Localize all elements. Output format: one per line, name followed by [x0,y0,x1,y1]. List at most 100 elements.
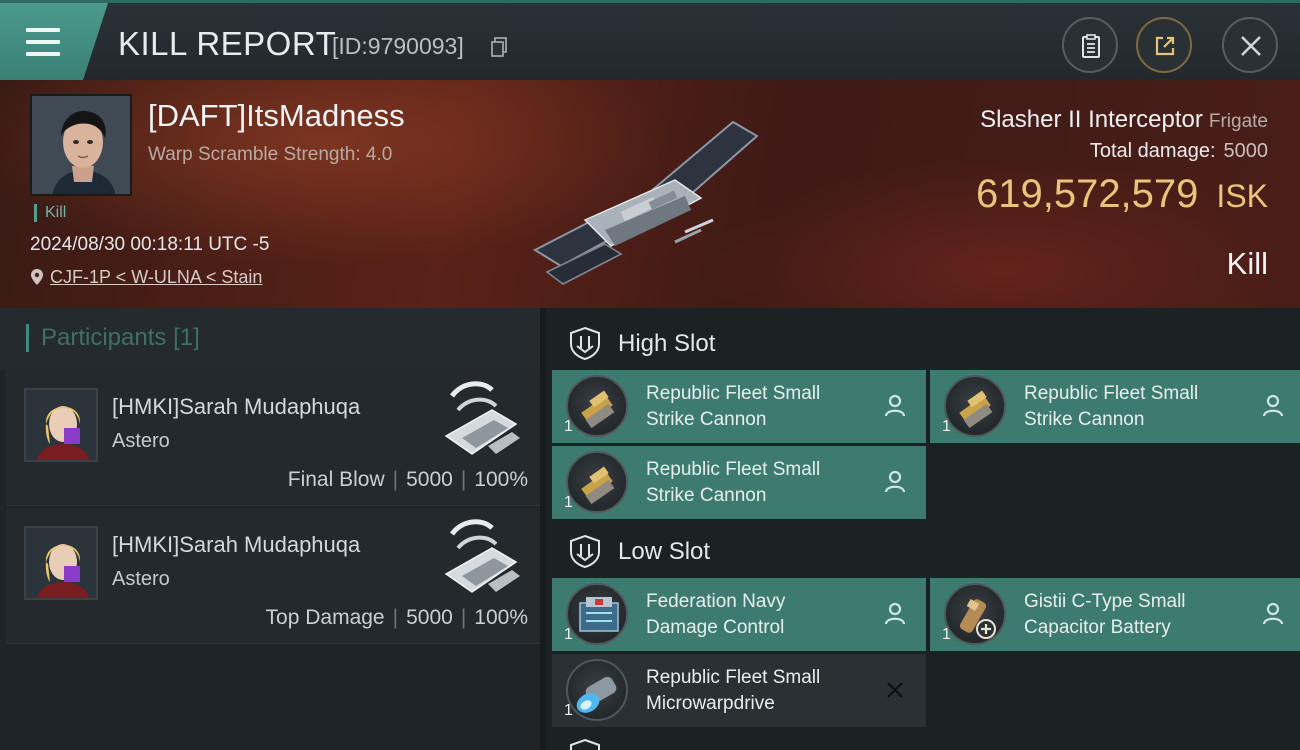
menu-button[interactable] [0,3,108,83]
participant-role: Final Blow [287,468,385,491]
pilot-portrait-image [32,96,130,194]
stat-separator: | [392,606,399,629]
microwarpdrive-icon [566,659,628,721]
participant-percent: 100% [474,606,528,629]
module-quantity: 1 [942,418,951,435]
share-icon [1155,36,1175,56]
victim-ship-name[interactable]: Slasher II Interceptor Frigate [980,106,1268,134]
high-slot-icon [570,326,600,360]
module-quantity: 1 [942,626,951,643]
participants-label: Participants [41,324,167,351]
ship-name-text: Slasher II Interceptor [980,106,1203,133]
module-item[interactable]: 1 Federation Navy Damage Control [552,578,926,651]
module-name: Gistii C-Type Small Capacitor Battery [1024,589,1264,641]
next-slot-header [552,730,1300,750]
module-name-line1: Republic Fleet Small [646,459,821,480]
low-slot-icon [570,534,600,568]
module-name: Republic Fleet Small Strike Cannon [646,381,886,433]
module-name-line2: Capacitor Battery [1024,617,1171,638]
stat-separator: | [392,468,399,491]
slot-icon [570,738,600,750]
participant-ship: Astero [112,430,170,452]
participants-header: Participants [1] [0,308,540,370]
page-title: KILL REPORT [118,25,337,62]
module-name: Republic Fleet Small Strike Cannon [646,457,886,509]
isk-unit: ISK [1216,178,1268,214]
rank-badge-icon [64,566,80,582]
astero-ship-icon[interactable] [432,514,528,602]
destroyed-x-icon [887,682,903,698]
clipboard-button[interactable] [1062,17,1118,73]
module-name-line2: Strike Cannon [646,409,767,430]
participant-damage: 5000 [406,468,453,491]
module-item[interactable]: 1 Republic Fleet Small Microwarpdrive [552,654,926,727]
participant-name[interactable]: [HMKI]Sarah Mudaphuqa [112,532,360,558]
stat-separator: | [460,606,467,629]
participants-count: [1] [173,324,200,351]
warp-scramble-strength: Warp Scramble Strength: 4.0 [148,144,393,165]
participant-role: Top Damage [265,606,385,629]
total-damage-value: 5000 [1223,140,1269,162]
victim-name[interactable]: [DAFT]ItsMadness [148,98,405,134]
high-slot-label: High Slot [618,330,716,357]
location-link[interactable]: CJF-1P < W-ULNA < Stain [50,267,262,287]
participant-ship: Astero [112,568,170,590]
kill-result: Kill [1226,246,1268,281]
participants-panel: Participants [1] [HMKI]Sarah Mudaphuqa A… [0,308,540,750]
isk-amount: 619,572,579 [975,172,1199,216]
astero-ship-icon[interactable] [432,376,528,464]
participant-portrait-image [26,390,96,460]
kill-location[interactable]: CJF-1P < W-ULNA < Stain [30,266,262,288]
fitting-panel: High Slot 1 Republic Fleet Small Strike C… [540,308,1300,750]
victim-portrait[interactable] [30,94,132,196]
fitted-person-icon [1262,602,1284,625]
participant-stats: Top Damage | 5000 | 100% [266,606,528,630]
module-name-line1: Republic Fleet Small [646,667,821,688]
strike-cannon-icon [566,451,628,513]
participant-avatar[interactable] [24,526,98,600]
fitted-person-icon [884,470,906,493]
module-name: Republic Fleet Small Strike Cannon [1024,381,1264,433]
module-item[interactable]: 1 Republic Fleet Small Strike Cannon [552,370,926,443]
participant-portrait-image [26,528,96,598]
participant-percent: 100% [474,468,528,491]
module-item[interactable]: 1 Republic Fleet Small Strike Cannon [552,446,926,519]
participant-row[interactable]: [HMKI]Sarah Mudaphuqa Astero Top Damage |… [6,508,540,644]
share-button[interactable] [1136,17,1192,73]
module-name-line1: Republic Fleet Small [646,383,821,404]
location-pin-icon [31,269,43,286]
participant-damage: 5000 [406,606,453,629]
module-name-line2: Strike Cannon [1024,409,1145,430]
damage-control-icon [566,583,628,645]
module-item[interactable]: 1 Gistii C-Type Small Capacitor Battery [930,578,1300,651]
low-slot-header: Low Slot [552,520,1300,580]
victim-banner: [DAFT]ItsMadness Warp Scramble Strength:… [0,80,1300,308]
participant-avatar[interactable] [24,388,98,462]
hamburger-icon [26,28,62,56]
fitted-person-icon [884,602,906,625]
module-quantity: 1 [564,626,573,643]
close-button[interactable] [1222,17,1278,73]
total-damage: Total damage: 5000 [1090,140,1268,163]
copy-icon[interactable] [491,37,507,57]
close-icon [1241,36,1261,56]
high-slot-header: High Slot [552,312,1300,372]
module-name-line2: Strike Cannon [646,485,767,506]
top-bar: KILL REPORT [ID:9790093] [0,0,1300,83]
module-name-line1: Gistii C-Type Small [1024,591,1186,612]
fitted-person-icon [884,394,906,417]
isk-value: 619,572,579 ISK [976,172,1268,217]
module-item[interactable]: 1 Republic Fleet Small Strike Cannon [930,370,1300,443]
participant-name[interactable]: [HMKI]Sarah Mudaphuqa [112,394,360,420]
kill-datetime: 2024/08/30 00:18:11 UTC -5 [30,234,270,255]
module-name: Federation Navy Damage Control [646,589,886,641]
strike-cannon-icon [944,375,1006,437]
module-name: Republic Fleet Small Microwarpdrive [646,665,886,717]
participants-title: Participants [1] [26,324,200,352]
victim-ship-image[interactable] [525,100,770,300]
participant-stats: Final Blow | 5000 | 100% [288,468,528,492]
module-name-line2: Damage Control [646,617,785,638]
participant-row[interactable]: [HMKI]Sarah Mudaphuqa Astero Final Blow |… [6,370,540,506]
low-slot-label: Low Slot [618,538,711,565]
module-name-line1: Republic Fleet Small [1024,383,1199,404]
